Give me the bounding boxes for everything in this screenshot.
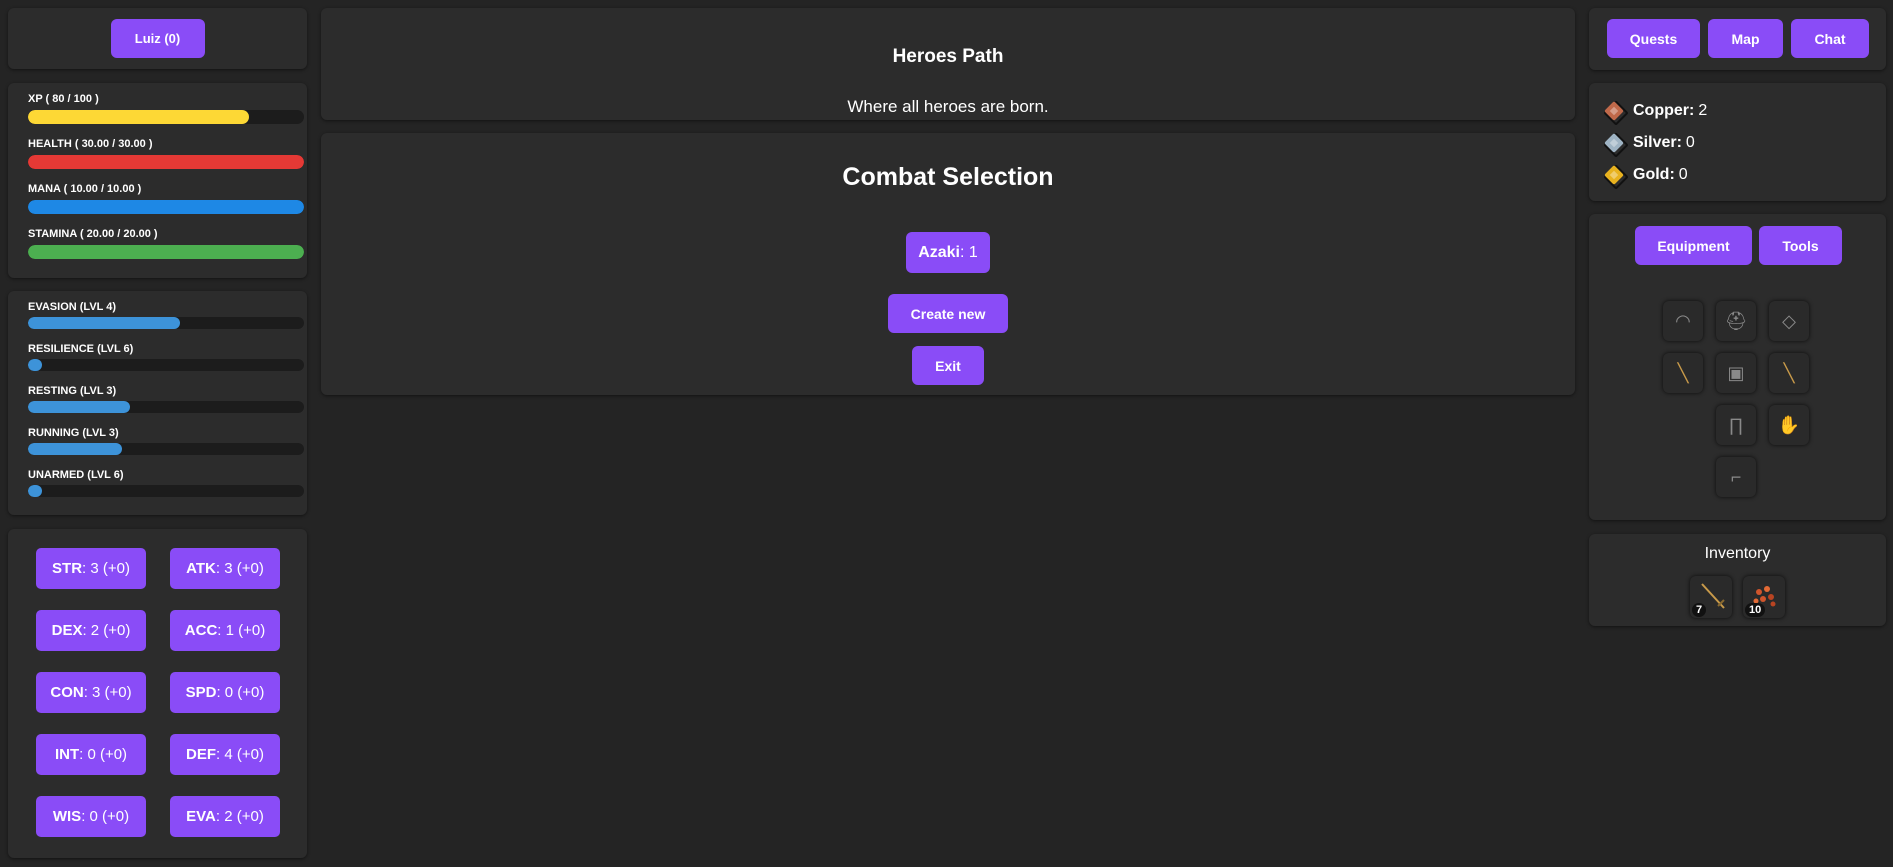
- chest-slot[interactable]: ▣: [1716, 353, 1756, 393]
- xp-fill: [28, 110, 249, 124]
- vitals-panel: XP ( 80 / 100 ) HEALTH ( 30.00 / 30.00 )…: [8, 83, 307, 278]
- sword-icon: ╲: [1677, 362, 1689, 383]
- mana-bar: MANA ( 10.00 / 10.00 ): [20, 183, 304, 214]
- xp-label: XP ( 80 / 100 ): [28, 93, 99, 105]
- exit-button[interactable]: Exit: [912, 346, 984, 385]
- boots-icon: ⌐: [1730, 466, 1742, 487]
- stamina-label: STAMINA ( 20.00 / 20.00 ): [28, 228, 158, 240]
- stamina-bar: STAMINA ( 20.00 / 20.00 ): [20, 228, 304, 259]
- skill-running: RUNNING (LVL 3): [20, 427, 304, 455]
- user-button[interactable]: Luiz (0): [110, 19, 205, 58]
- gold-label: Gold:: [1633, 166, 1675, 183]
- inventory-item[interactable]: 10: [1743, 576, 1785, 618]
- currency-panel: Copper: 2 Silver: 0 Gold: 0: [1589, 83, 1886, 201]
- skill-unarmed: UNARMED (LVL 6): [20, 469, 304, 497]
- item-count: 10: [1745, 603, 1766, 617]
- gold-row: Gold: 0: [1589, 159, 1886, 191]
- tab-equipment[interactable]: Equipment: [1635, 226, 1752, 265]
- stamina-fill: [28, 245, 304, 259]
- skill-fill: [28, 443, 122, 455]
- circlet-icon: ◠: [1675, 310, 1691, 331]
- skill-label: RUNNING (LVL 3): [28, 427, 119, 439]
- silver-row: Silver: 0: [1589, 127, 1886, 159]
- skill-evasion: EVASION (LVL 4): [20, 301, 304, 329]
- skill-label: RESTING (LVL 3): [28, 385, 117, 397]
- gloves-slot[interactable]: ✋: [1769, 405, 1809, 445]
- xp-bar: XP ( 80 / 100 ): [20, 93, 304, 124]
- silver-value: 0: [1685, 134, 1695, 151]
- pants-icon: ∏: [1728, 414, 1744, 435]
- inventory-item[interactable]: 7: [1690, 576, 1732, 618]
- off-hand-slot[interactable]: ╲: [1769, 353, 1809, 393]
- skill-resting: RESTING (LVL 3): [20, 385, 304, 413]
- stat-spd-button[interactable]: SPD: 0 (+0): [170, 672, 280, 713]
- map-button[interactable]: Map: [1708, 19, 1783, 58]
- tab-tools[interactable]: Tools: [1759, 226, 1842, 265]
- combat-panel: Combat Selection Azaki: 1 Create new Exi…: [321, 133, 1575, 395]
- copper-label: Copper:: [1633, 102, 1695, 119]
- skill-label: UNARMED (LVL 6): [28, 469, 124, 481]
- attributes-panel: STR: 3 (+0) ATK: 3 (+0) DEX: 2 (+0) ACC:…: [8, 529, 307, 858]
- stat-wis-button[interactable]: WIS: 0 (+0): [36, 796, 146, 837]
- boots-slot[interactable]: ⌐: [1716, 457, 1756, 497]
- stat-atk-button[interactable]: ATK: 3 (+0): [170, 548, 280, 589]
- copper-row: Copper: 2: [1589, 95, 1886, 127]
- skill-fill: [28, 401, 131, 413]
- helmet-icon: ⛑: [1724, 310, 1748, 331]
- copper-coin-icon: [1603, 100, 1625, 122]
- skill-fill: [28, 317, 180, 329]
- gloves-icon: ✋: [1777, 414, 1801, 435]
- skills-panel: EVASION (LVL 4) RESILIENCE (LVL 6) RESTI…: [8, 291, 307, 515]
- location-subtitle: Where all heroes are born.: [847, 97, 1049, 116]
- stat-acc-button[interactable]: ACC: 1 (+0): [170, 610, 280, 651]
- stat-eva-button[interactable]: EVA: 2 (+0): [170, 796, 280, 837]
- health-fill: [28, 155, 304, 169]
- health-label: HEALTH ( 30.00 / 30.00 ): [28, 138, 153, 150]
- chat-button[interactable]: Chat: [1791, 19, 1869, 58]
- silver-coin-icon: [1603, 132, 1625, 154]
- stat-dex-button[interactable]: DEX: 2 (+0): [36, 610, 146, 651]
- health-bar: HEALTH ( 30.00 / 30.00 ): [20, 138, 304, 169]
- nav-panel: Quests Map Chat: [1589, 8, 1886, 70]
- stat-con-button[interactable]: CON: 3 (+0): [36, 672, 146, 713]
- gold-value: 0: [1678, 166, 1688, 183]
- amulet-icon: ◇: [1782, 310, 1796, 331]
- copper-value: 2: [1698, 102, 1708, 119]
- location-panel: Heroes Path Where all heroes are born.: [321, 8, 1575, 120]
- stat-str-button[interactable]: STR: 3 (+0): [36, 548, 146, 589]
- inventory-panel: Inventory 7 10: [1589, 534, 1886, 626]
- inventory-title: Inventory: [1704, 545, 1771, 562]
- user-panel: Luiz (0): [8, 8, 307, 69]
- create-new-button[interactable]: Create new: [888, 294, 1008, 333]
- skill-label: EVASION (LVL 4): [28, 301, 117, 313]
- quests-button[interactable]: Quests: [1607, 19, 1700, 58]
- main-hand-slot[interactable]: ╲: [1663, 353, 1703, 393]
- silver-label: Silver:: [1633, 134, 1682, 151]
- stat-def-button[interactable]: DEF: 4 (+0): [170, 734, 280, 775]
- combat-entry-button[interactable]: Azaki: 1: [906, 232, 990, 273]
- skill-label: RESILIENCE (LVL 6): [28, 343, 134, 355]
- mana-label: MANA ( 10.00 / 10.00 ): [28, 183, 142, 195]
- skill-resilience: RESILIENCE (LVL 6): [20, 343, 304, 371]
- headgear-slot[interactable]: ◠: [1663, 301, 1703, 341]
- equipment-panel: Equipment Tools ◠ ⛑ ◇ ╲ ▣ ╲ ∏ ✋ ⌐: [1589, 214, 1886, 520]
- amulet-slot[interactable]: ◇: [1769, 301, 1809, 341]
- stat-int-button[interactable]: INT: 0 (+0): [36, 734, 146, 775]
- gold-coin-icon: [1603, 164, 1625, 186]
- legs-slot[interactable]: ∏: [1716, 405, 1756, 445]
- sword-icon: ╲: [1783, 362, 1795, 383]
- mana-fill: [28, 200, 304, 214]
- skill-fill: [28, 485, 42, 497]
- location-title: Heroes Path: [892, 46, 1004, 67]
- combat-title: Combat Selection: [842, 163, 1054, 191]
- armor-icon: ▣: [1727, 362, 1745, 383]
- skill-fill: [28, 359, 42, 371]
- item-count: 7: [1692, 603, 1707, 617]
- helmet-slot[interactable]: ⛑: [1716, 301, 1756, 341]
